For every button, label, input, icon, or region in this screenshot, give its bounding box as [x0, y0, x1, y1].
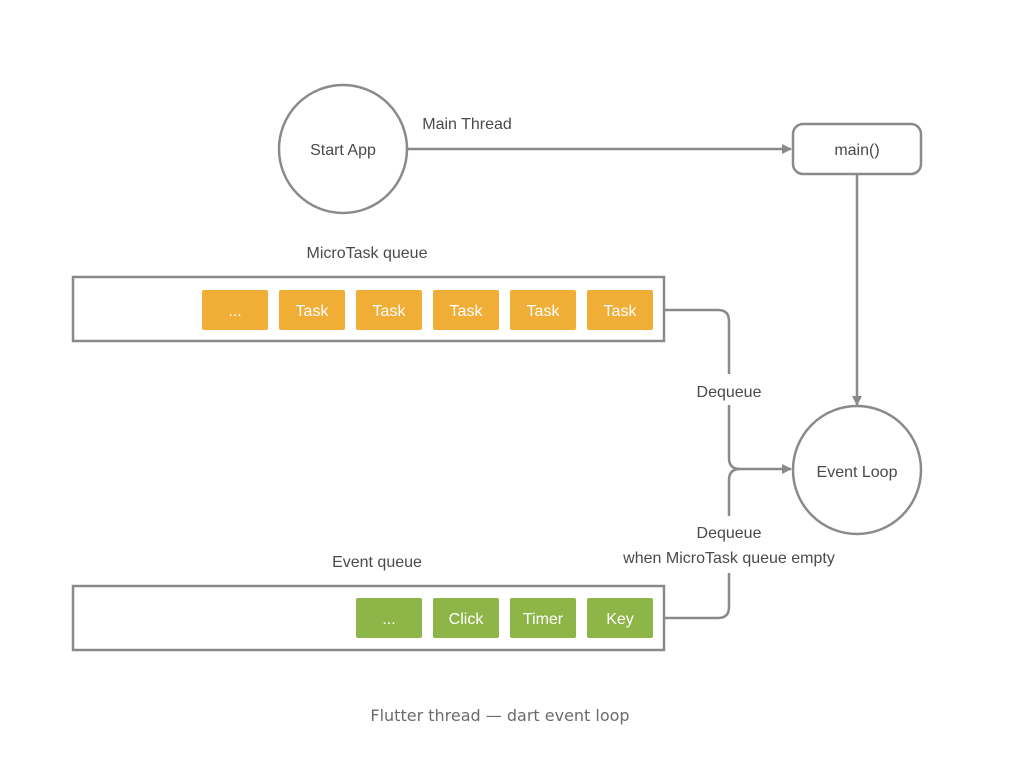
event-chip-label: Click	[449, 611, 485, 628]
microtask-chip: Task	[433, 290, 499, 330]
microtask-chip: Task	[356, 290, 422, 330]
start-app-node: Start App	[277, 83, 409, 215]
microtask-dequeue-edge: Dequeue	[664, 308, 762, 471]
main-node: main()	[791, 122, 923, 176]
microtask-queue-title: MicroTask queue	[307, 245, 428, 262]
event-loop-node: Event Loop	[791, 404, 923, 536]
event-dequeue-label-line2: when MicroTask queue empty	[622, 550, 835, 567]
main-label: main()	[834, 142, 879, 159]
main-thread-edge: Main Thread	[407, 116, 792, 154]
main-thread-label: Main Thread	[422, 116, 512, 133]
microtask-chip-label: Task	[527, 303, 561, 320]
event-chip: Click	[433, 598, 499, 638]
figure-caption: Flutter thread — dart event loop	[370, 706, 630, 725]
event-dequeue-label-line1: Dequeue	[697, 525, 762, 542]
microtask-chip-label: Task	[373, 303, 407, 320]
microtask-dequeue-label: Dequeue	[697, 384, 762, 401]
event-chip: Key	[587, 598, 653, 638]
microtask-chip: ...	[202, 290, 268, 330]
event-chip-label: Timer	[523, 611, 564, 628]
event-chip-label: ...	[382, 611, 395, 628]
event-chip: Timer	[510, 598, 576, 638]
microtask-chip-label: Task	[450, 303, 484, 320]
event-loop-diagram: Start App Main Thread main() Event Loop …	[71, 83, 923, 652]
event-queue-title: Event queue	[332, 554, 422, 571]
microtask-chip-label: Task	[604, 303, 638, 320]
microtask-chip: Task	[510, 290, 576, 330]
microtask-chip: Task	[279, 290, 345, 330]
microtask-chip: Task	[587, 290, 653, 330]
event-chip: ...	[356, 598, 422, 638]
microtask-chip-label: Task	[296, 303, 330, 320]
microtask-chip-label: ...	[228, 303, 241, 320]
event-loop-label: Event Loop	[817, 464, 898, 481]
start-app-label: Start App	[310, 142, 376, 159]
event-chip-label: Key	[606, 611, 634, 628]
